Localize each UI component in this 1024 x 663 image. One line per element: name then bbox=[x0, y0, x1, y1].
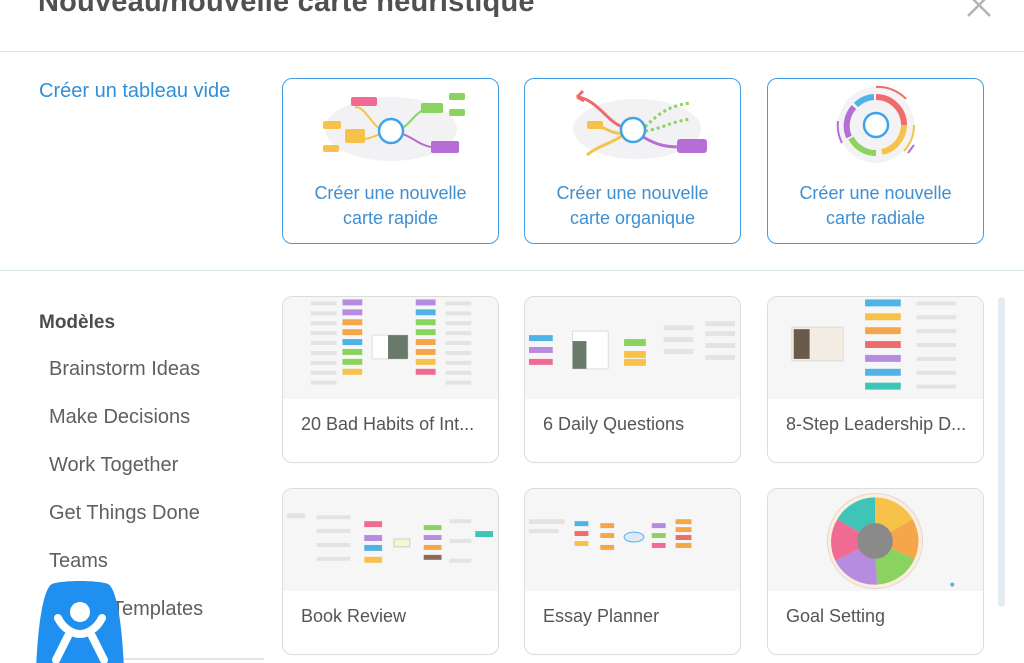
create-quick-map-card[interactable]: Créer une nouvelle carte rapide bbox=[282, 78, 499, 244]
category-make-decisions[interactable]: Make Decisions bbox=[49, 406, 190, 429]
create-radial-map-label: Créer une nouvelle carte radiale bbox=[799, 183, 952, 228]
quick-map-icon bbox=[323, 93, 465, 161]
template-card[interactable]: Book Review bbox=[282, 488, 499, 655]
template-card[interactable]: 20 Bad Habits of Int... bbox=[282, 296, 499, 463]
create-section: Créer un tableau vide Créer une nouvelle… bbox=[0, 52, 1024, 271]
create-blank-board-link[interactable]: Créer un tableau vide bbox=[39, 80, 230, 103]
template-name: 8-Step Leadership D... bbox=[786, 414, 967, 434]
create-organic-map-card[interactable]: Créer une nouvelle carte organique bbox=[524, 78, 741, 244]
close-icon bbox=[967, 0, 991, 17]
mascot-logo bbox=[36, 581, 124, 663]
create-organic-map-label: Créer une nouvelle carte organique bbox=[556, 183, 709, 228]
template-name: Goal Setting bbox=[786, 606, 886, 626]
template-name: 6 Daily Questions bbox=[543, 414, 685, 434]
organic-map-icon bbox=[573, 89, 707, 159]
template-thumbnail bbox=[525, 297, 740, 399]
category-brainstorm-ideas[interactable]: Brainstorm Ideas bbox=[49, 358, 200, 381]
category-teams[interactable]: Teams bbox=[49, 550, 108, 573]
template-thumbnail bbox=[283, 297, 498, 399]
template-name: Essay Planner bbox=[543, 606, 660, 626]
create-radial-map-card[interactable]: Créer une nouvelle carte radiale bbox=[767, 78, 984, 244]
template-card[interactable]: 8-Step Leadership D... bbox=[767, 296, 984, 463]
templates-heading: Modèles bbox=[39, 312, 116, 333]
category-get-things-done[interactable]: Get Things Done bbox=[49, 502, 200, 525]
dialog-title: Nouveau/nouvelle carte heuristique bbox=[38, 0, 535, 18]
dialog-header: Nouveau/nouvelle carte heuristique bbox=[0, 0, 1024, 52]
category-work-together[interactable]: Work Together bbox=[49, 454, 178, 477]
template-card[interactable]: 6 Daily Questions bbox=[524, 296, 741, 463]
radial-map-icon bbox=[836, 85, 916, 163]
template-name: 20 Bad Habits of Int... bbox=[301, 414, 475, 434]
templates-scrollbar[interactable] bbox=[998, 297, 1005, 607]
template-card[interactable]: Essay Planner bbox=[524, 488, 741, 655]
template-thumbnail bbox=[283, 489, 498, 591]
template-card[interactable]: Goal Setting bbox=[767, 488, 984, 655]
template-thumbnail bbox=[525, 489, 740, 591]
template-thumbnail bbox=[768, 297, 983, 399]
create-quick-map-label: Créer une nouvelle carte rapide bbox=[314, 183, 467, 228]
template-thumbnail bbox=[768, 489, 983, 591]
template-name: Book Review bbox=[301, 606, 407, 626]
close-button[interactable] bbox=[962, 0, 996, 22]
